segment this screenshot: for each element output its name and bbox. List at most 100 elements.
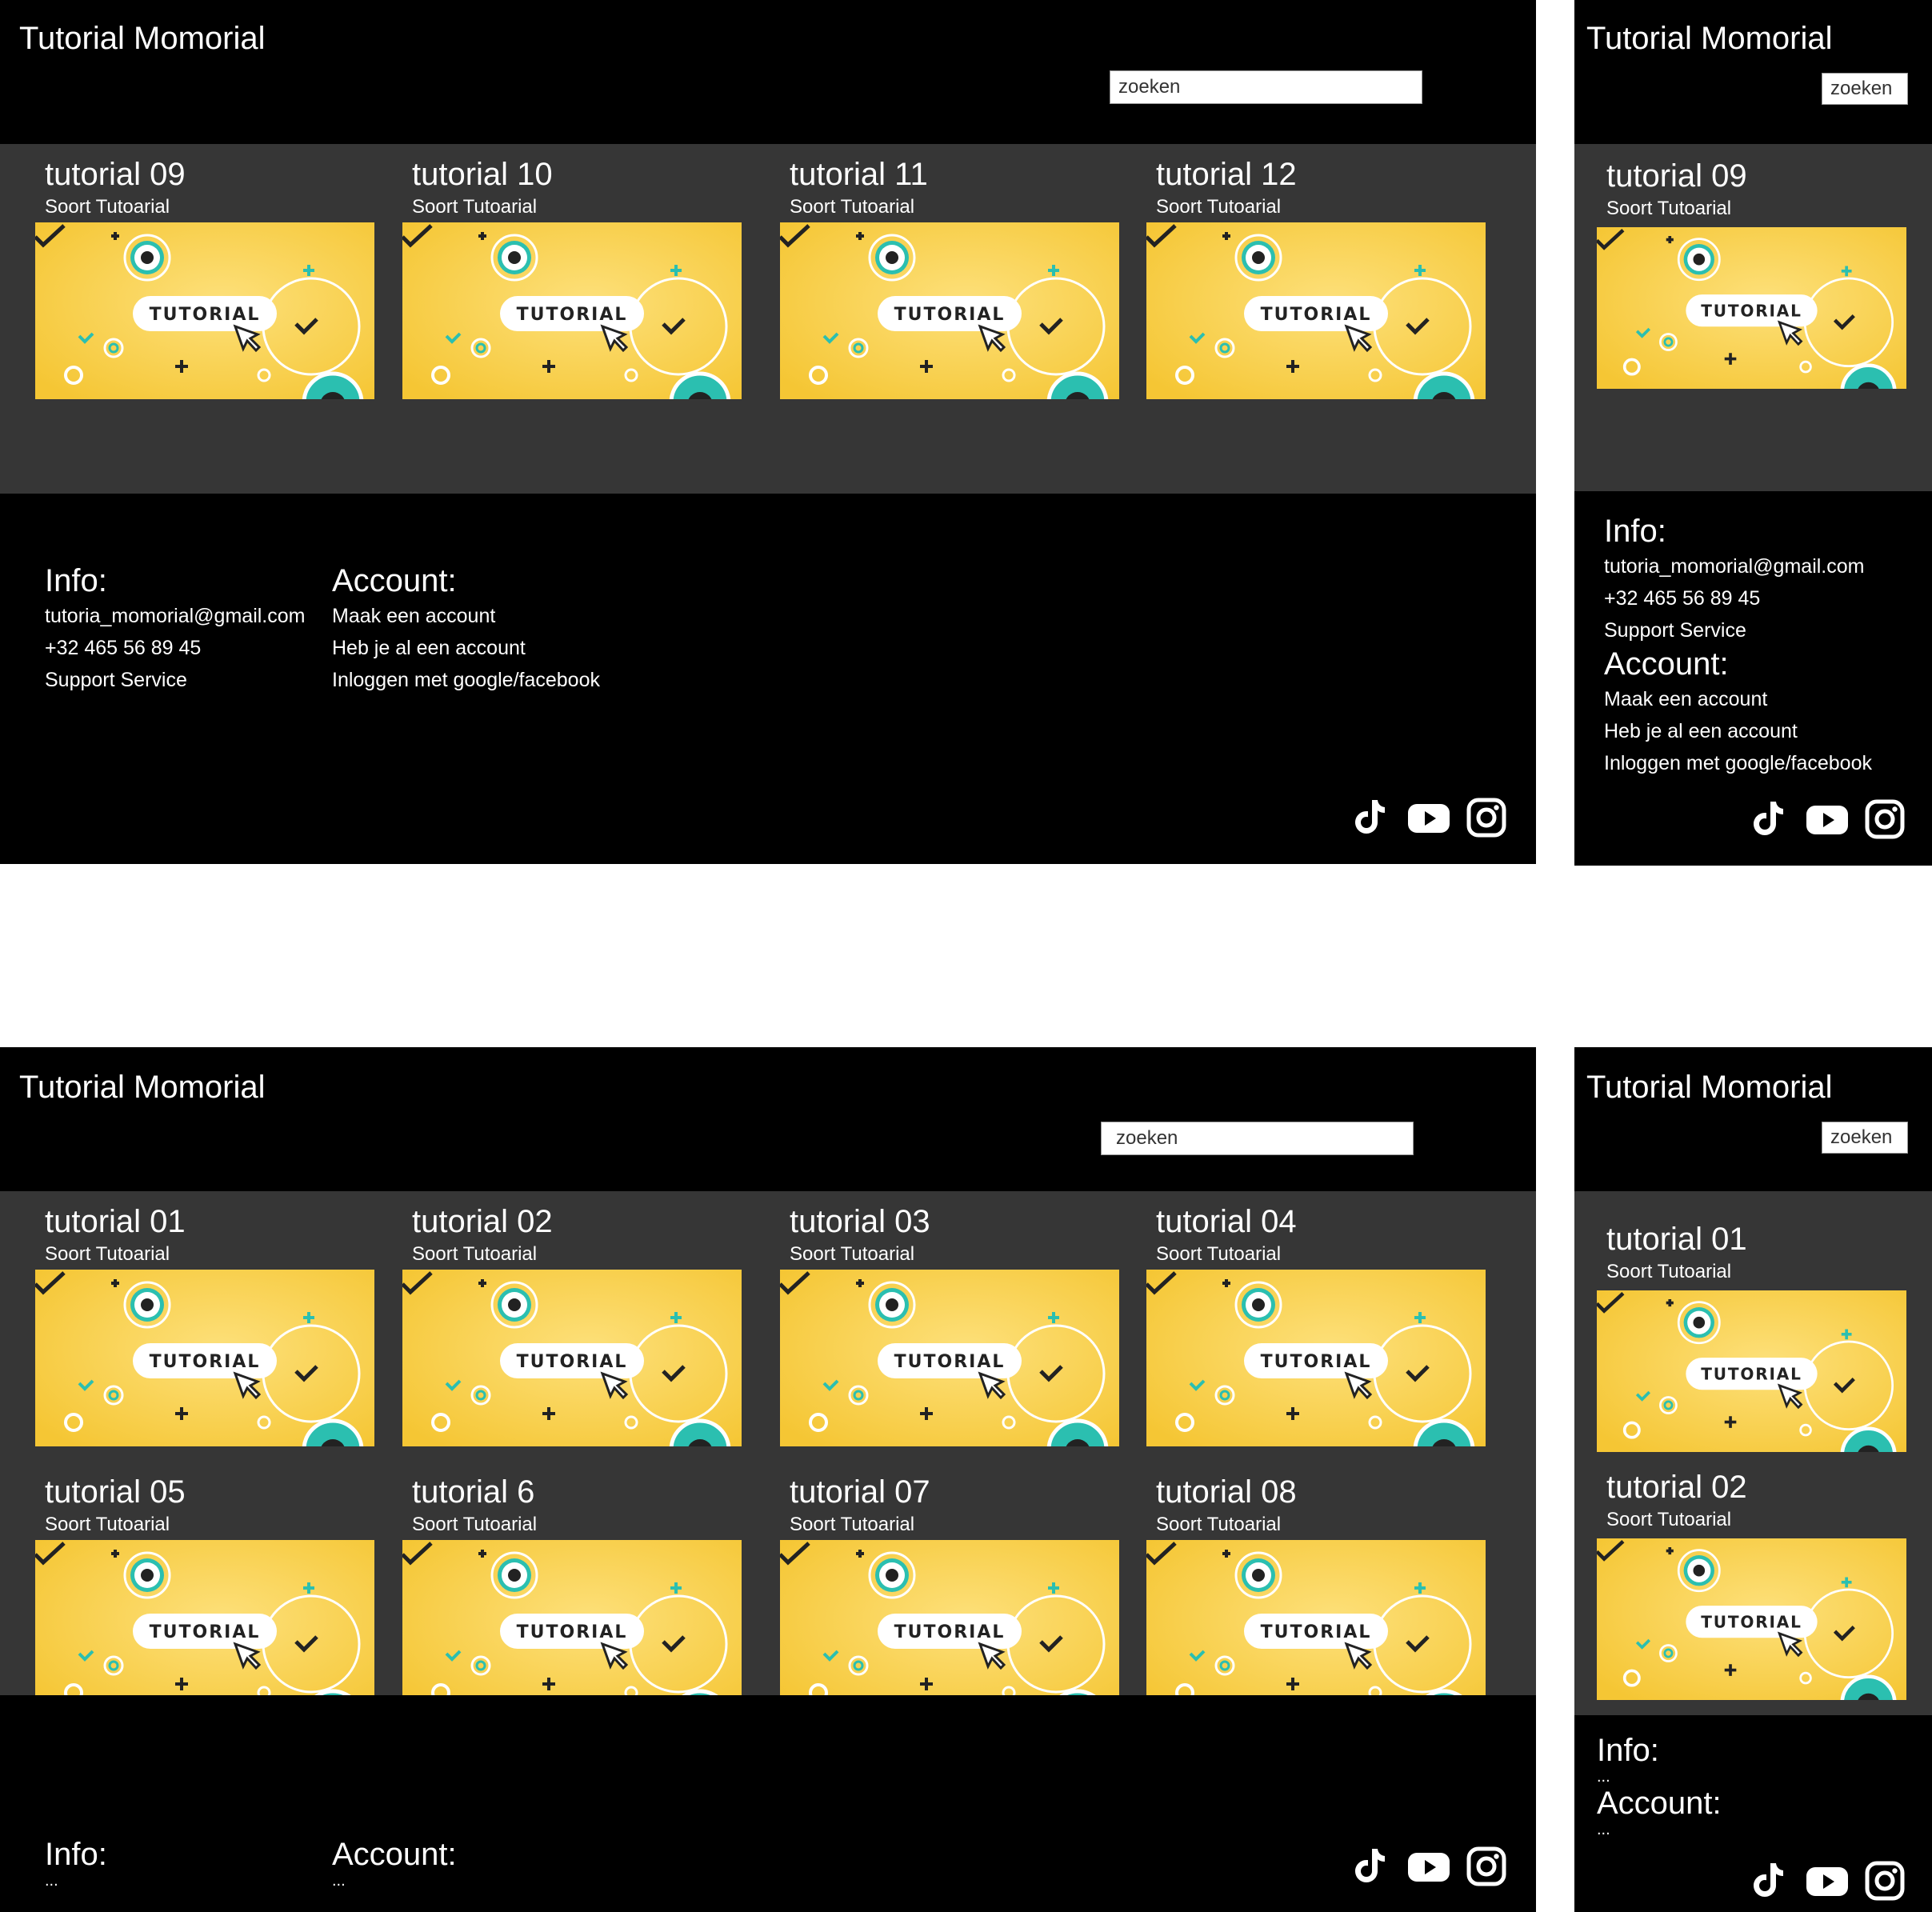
footer-account-column: Account: Maak een account Heb je al een … xyxy=(332,562,600,696)
tutorial-card[interactable]: tutorial 04 Soort Tutoarial TUTORIAL xyxy=(1146,1202,1486,1446)
social-links xyxy=(1747,797,1907,842)
tutorial-subtitle: Soort Tutoarial xyxy=(1156,1243,1282,1265)
footer-social-login-link[interactable]: Inloggen met google/facebook xyxy=(332,664,600,696)
search-input[interactable] xyxy=(1110,70,1422,104)
youtube-icon[interactable] xyxy=(1406,1844,1451,1889)
footer-social-login-link[interactable]: Inloggen met google/facebook xyxy=(1604,747,1872,779)
tiktok-icon[interactable] xyxy=(1349,1844,1394,1889)
tutorial-card[interactable]: tutorial 07 Soort Tutoarial TUTORIAL xyxy=(780,1473,1119,1717)
tutorial-card[interactable]: tutorial 09 Soort Tutoarial TUTORIAL xyxy=(35,155,374,399)
tutorial-title: tutorial 11 xyxy=(790,157,928,192)
svg-text:TUTORIAL: TUTORIAL xyxy=(1701,1364,1802,1383)
tutorial-thumbnail[interactable]: TUTORIAL xyxy=(1597,1538,1906,1700)
tutorial-thumbnail[interactable]: TUTORIAL xyxy=(780,1540,1119,1717)
tutorial-subtitle: Soort Tutoarial xyxy=(1606,1261,1732,1282)
header: Tutorial Momorial xyxy=(1574,1047,1932,1191)
tutorial-title: tutorial 09 xyxy=(45,157,186,192)
site-title: Tutorial Momorial xyxy=(19,1070,266,1105)
footer-phone-link[interactable]: +32 465 56 89 45 xyxy=(1604,582,1872,614)
svg-text:TUTORIAL: TUTORIAL xyxy=(894,305,1006,325)
tutorial-card[interactable]: tutorial 09 Soort Tutoarial TUTORIAL xyxy=(1597,157,1906,389)
footer-have-account-link[interactable]: Heb je al een account xyxy=(1604,715,1872,747)
footer-have-account-link[interactable]: Heb je al een account xyxy=(332,632,600,664)
tutorial-title: tutorial 09 xyxy=(1606,158,1747,194)
tutorial-card[interactable]: tutorial 03 Soort Tutoarial TUTORIAL xyxy=(780,1202,1119,1446)
tutorial-card[interactable]: tutorial 11 Soort Tutoarial TUTORIAL xyxy=(780,155,1119,399)
footer-info-column: Info: tutoria_momorial@gmail.com +32 465… xyxy=(45,562,305,696)
svg-text:TUTORIAL: TUTORIAL xyxy=(1261,1622,1372,1642)
tutorial-subtitle: Soort Tutoarial xyxy=(45,196,170,218)
tutorial-thumbnail[interactable]: TUTORIAL xyxy=(402,1540,742,1717)
tutorial-card[interactable]: tutorial 01 Soort Tutoarial TUTORIAL xyxy=(35,1202,374,1446)
tutorial-card[interactable]: tutorial 02 Soort Tutoarial TUTORIAL xyxy=(1597,1468,1906,1700)
youtube-icon[interactable] xyxy=(1805,797,1850,842)
tutorial-thumbnail[interactable]: TUTORIAL xyxy=(35,1540,374,1717)
instagram-icon[interactable] xyxy=(1862,1858,1907,1903)
footer-create-account-link[interactable]: Maak een account xyxy=(1604,683,1872,715)
social-links xyxy=(1349,1844,1509,1889)
footer-support-link[interactable]: Support Service xyxy=(45,664,305,696)
tutorial-card[interactable]: tutorial 05 Soort Tutoarial TUTORIAL xyxy=(35,1473,374,1717)
instagram-icon[interactable] xyxy=(1464,1844,1509,1889)
footer-info-heading: Info: xyxy=(45,1837,107,1872)
tutorial-thumbnail[interactable]: TUTORIAL xyxy=(35,222,374,399)
youtube-icon[interactable] xyxy=(1406,795,1451,840)
footer-account-ellipsis: ... xyxy=(332,1872,346,1890)
tutorial-thumbnail[interactable]: TUTORIAL xyxy=(1597,1290,1906,1452)
tutorial-thumbnail[interactable]: TUTORIAL xyxy=(402,222,742,399)
search-input[interactable] xyxy=(1822,1122,1908,1154)
tutorial-subtitle: Soort Tutoarial xyxy=(412,196,538,218)
desktop-bottom-frame: Tutorial Momorial tutorial 01 Soort Tutoa… xyxy=(0,1047,1536,1912)
tutorial-thumbnail[interactable]: TUTORIAL xyxy=(1597,227,1906,389)
footer-account-column: Account: ... xyxy=(332,1835,457,1890)
tutorial-thumbnail[interactable]: TUTORIAL xyxy=(1146,1540,1486,1717)
footer-support-link[interactable]: Support Service xyxy=(1604,614,1872,646)
tutorial-title: tutorial 02 xyxy=(1606,1470,1747,1505)
tutorial-subtitle: Soort Tutoarial xyxy=(790,196,915,218)
footer-info-ellipsis: ... xyxy=(45,1872,58,1890)
tiktok-icon[interactable] xyxy=(1747,797,1792,842)
mobile-bottom-frame: Tutorial Momorial tutorial 01 Soort Tutoa… xyxy=(1574,1047,1932,1912)
instagram-icon[interactable] xyxy=(1464,795,1509,840)
footer-account-ellipsis: ... xyxy=(1597,1821,1610,1838)
social-links xyxy=(1349,795,1509,840)
svg-text:TUTORIAL: TUTORIAL xyxy=(1701,1612,1802,1631)
instagram-icon[interactable] xyxy=(1862,797,1907,842)
tutorial-thumbnail[interactable]: TUTORIAL xyxy=(1146,1270,1486,1446)
tutorial-subtitle: Soort Tutoarial xyxy=(412,1243,538,1265)
tutorial-subtitle: Soort Tutoarial xyxy=(1606,198,1732,219)
tutorial-title: tutorial 07 xyxy=(790,1474,930,1510)
tiktok-icon[interactable] xyxy=(1747,1858,1792,1903)
svg-text:TUTORIAL: TUTORIAL xyxy=(1701,301,1802,320)
content-area: tutorial 09 Soort Tutoarial TUTORIAL tutori… xyxy=(0,144,1536,494)
tutorial-card[interactable]: tutorial 10 Soort Tutoarial TUTORIAL xyxy=(402,155,742,399)
tutorial-card[interactable]: tutorial 12 Soort Tutoarial TUTORIAL xyxy=(1146,155,1486,399)
site-title: Tutorial Momorial xyxy=(19,21,266,56)
youtube-icon[interactable] xyxy=(1805,1858,1850,1903)
tutorial-subtitle: Soort Tutoarial xyxy=(790,1514,915,1535)
tutorial-card[interactable]: tutorial 02 Soort Tutoarial TUTORIAL xyxy=(402,1202,742,1446)
header: Tutorial Momorial xyxy=(0,1047,1536,1191)
footer-email-link[interactable]: tutoria_momorial@gmail.com xyxy=(1604,550,1872,582)
search-input[interactable] xyxy=(1822,73,1908,105)
footer-info-column: Info: ... xyxy=(45,1835,107,1890)
tutorial-thumbnail[interactable]: TUTORIAL xyxy=(402,1270,742,1446)
search-input[interactable] xyxy=(1101,1122,1414,1155)
tutorial-thumbnail[interactable]: TUTORIAL xyxy=(780,1270,1119,1446)
tutorial-card[interactable]: tutorial 01 Soort Tutoarial TUTORIAL xyxy=(1597,1220,1906,1452)
tutorial-subtitle: Soort Tutoarial xyxy=(412,1514,538,1535)
svg-text:TUTORIAL: TUTORIAL xyxy=(517,305,628,325)
tutorial-title: tutorial 12 xyxy=(1156,157,1297,192)
footer: Info: ... Account: ... xyxy=(1574,1715,1932,1912)
tutorial-title: tutorial 10 xyxy=(412,157,553,192)
tutorial-thumbnail[interactable]: TUTORIAL xyxy=(780,222,1119,399)
tutorial-thumbnail[interactable]: TUTORIAL xyxy=(35,1270,374,1446)
tutorial-card[interactable]: tutorial 08 Soort Tutoarial TUTORIAL xyxy=(1146,1473,1486,1717)
footer-phone-link[interactable]: +32 465 56 89 45 xyxy=(45,632,305,664)
footer-email-link[interactable]: tutoria_momorial@gmail.com xyxy=(45,600,305,632)
tiktok-icon[interactable] xyxy=(1349,795,1394,840)
tutorial-thumbnail[interactable]: TUTORIAL xyxy=(1146,222,1486,399)
tutorial-card[interactable]: tutorial 6 Soort Tutoarial TUTORIAL xyxy=(402,1473,742,1717)
footer: Info: ... Account: ... xyxy=(0,1695,1536,1912)
footer-create-account-link[interactable]: Maak een account xyxy=(332,600,600,632)
